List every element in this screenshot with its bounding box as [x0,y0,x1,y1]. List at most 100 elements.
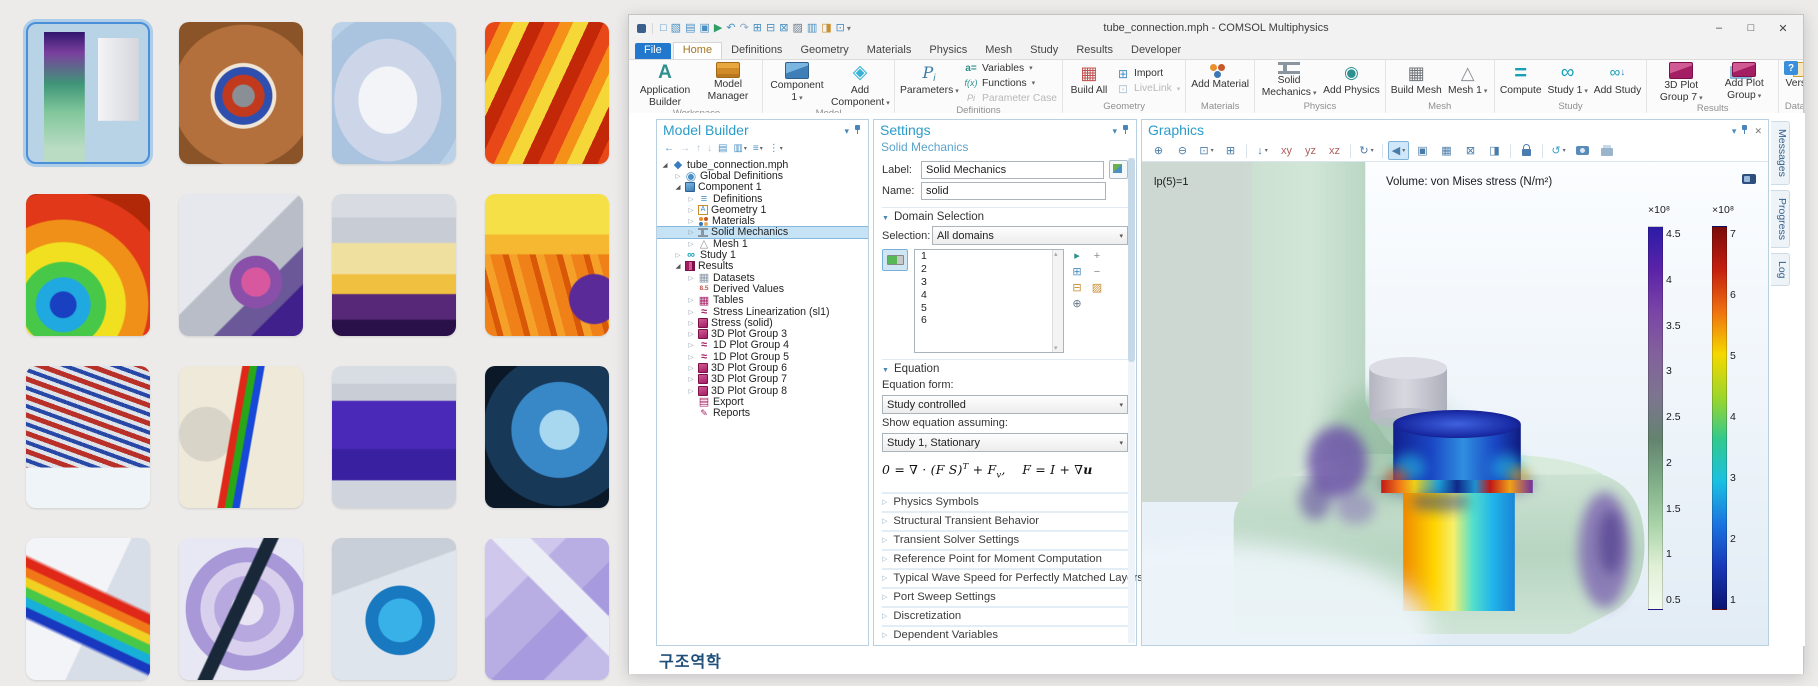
list-scrollbar[interactable] [1052,250,1063,352]
gallery-thumbnail-loudspeaker-radiation[interactable] [26,194,150,336]
side-tab-messages[interactable]: Messages [1771,121,1790,185]
group-nodes-icon[interactable]: ≡▾ [753,144,763,154]
gallery-thumbnail-battery-cell-cutaway[interactable] [332,194,456,336]
zoom-extents-icon[interactable]: ⊞ [1220,141,1241,160]
gallery-thumbnail-microchannel-heat-exchanger[interactable] [26,366,150,508]
zoom-in-icon[interactable]: ⊕ [1148,141,1169,160]
rotate-view-icon[interactable]: ↻▾ [1356,141,1377,160]
ribbon-tab-geometry[interactable]: Geometry [791,43,857,59]
gallery-thumbnail-pipe-fitting[interactable] [485,366,609,508]
tree-twisty-icon[interactable]: ▷ [687,228,695,236]
pin-icon[interactable] [854,125,862,135]
qat-material-browser-icon[interactable]: ◨ [821,23,831,34]
close-icon[interactable] [1754,121,1762,139]
ribbon-button-application-builder[interactable]: Application Builder [634,61,696,108]
plot-in-window-icon[interactable]: ⊠ [1460,141,1481,160]
ribbon-tab-study[interactable]: Study [1021,43,1067,59]
scrollbar-thumb[interactable] [1128,158,1135,362]
activate-selection-icon[interactable]: ▸ [1070,251,1084,262]
ribbon-button-add-component[interactable]: Add Component▾ [829,61,891,108]
ribbon-button-mesh-1[interactable]: Mesh 1▾ [1445,61,1491,101]
move-up-icon[interactable]: ↑ [696,144,701,154]
scene-options-icon[interactable]: ◀▾ [1388,141,1409,160]
ribbon-button-variables[interactable]: Variables▾ [963,61,1057,75]
gallery-thumbnail-heated-cube-array[interactable] [485,22,609,164]
panel-menu-icon[interactable] [844,121,849,139]
qat-zoom-tools-icon[interactable]: ⊡ [836,23,845,34]
copy-selection-icon[interactable]: ⊞ [1070,267,1084,278]
name-input[interactable] [921,182,1106,200]
domain-list-item[interactable]: 1 [915,250,1063,263]
tree-twisty-icon[interactable]: ▷ [687,330,695,338]
domain-list-item[interactable]: 5 [915,301,1063,314]
ribbon-tab-mesh[interactable]: Mesh [976,43,1021,59]
tree-twisty-icon[interactable]: ▷ [687,240,695,248]
tree-node-3d-plot-group-7[interactable]: ▷3D Plot Group 7 [657,374,868,385]
tree-twisty-icon[interactable]: ▷ [687,375,695,383]
tree-node-solid-mechanics[interactable]: ▷Solid Mechanics [657,227,868,238]
maximize-button[interactable]: □ [1735,17,1767,39]
label-input[interactable] [921,161,1104,179]
side-tab-log[interactable]: Log [1771,253,1790,287]
tree-node-mesh-1[interactable]: ▷Mesh 1 [657,238,868,249]
pin-icon[interactable] [1741,125,1749,135]
tree-twisty-icon[interactable]: ▷ [687,274,695,282]
qat-undo-icon[interactable]: ↶ [726,23,735,34]
domain-list-item[interactable]: 4 [915,288,1063,301]
ribbon-button-component-1[interactable]: Component 1▾ [766,61,828,108]
minimize-button[interactable]: – [1703,17,1735,39]
view-yz-icon[interactable]: yz [1300,141,1321,160]
tree-twisty-icon[interactable]: ▷ [687,387,695,395]
ribbon-button-solid-mechanics[interactable]: Solid Mechanics▾ [1258,61,1320,101]
tree-node-stress-solid[interactable]: ▷Stress (solid) [657,317,868,328]
ribbon-tab-definitions[interactable]: Definitions [722,43,791,59]
back-icon[interactable]: ← [664,144,674,154]
ribbon-button-add-plot-group[interactable]: Add Plot Group▾ [1713,61,1775,103]
ribbon-tab-home[interactable]: Home [673,42,722,59]
tree-node-stress-linearization-sl1[interactable]: ▷Stress Linearization (sl1) [657,306,868,317]
gallery-thumbnail-mounting-bracket[interactable] [485,538,609,680]
tree-node-3d-plot-group-3[interactable]: ▷3D Plot Group 3 [657,328,868,339]
go-to-default-view-icon[interactable]: ↓▾ [1252,141,1273,160]
copy-image-icon[interactable]: ▣ [1412,141,1433,160]
tree-node-results[interactable]: ◢Results [657,261,868,272]
ribbon-tab-developer[interactable]: Developer [1122,43,1190,59]
zoom-to-selection-icon[interactable]: ⊕ [1070,299,1084,310]
view-xz-icon[interactable]: xz [1324,141,1345,160]
qat-delete-node-icon[interactable]: ▨ [792,23,802,34]
ribbon-button-add-material[interactable]: Add Material [1189,61,1251,101]
update-plot-icon[interactable]: ↺▾ [1548,141,1569,160]
tree-twisty-icon[interactable]: ▷ [687,364,695,372]
qat-open-file-icon[interactable]: ▧ [671,23,681,34]
settings-scrollbar[interactable] [1128,158,1135,643]
panel-menu-icon[interactable] [1732,121,1737,139]
equation-form-combo[interactable]: Study controlled [882,395,1128,414]
qat-copy-node-icon[interactable]: ⊞ [753,23,762,34]
tree-node-1d-plot-group-4[interactable]: ▷1D Plot Group 4 [657,340,868,351]
tree-node-materials[interactable]: ▷Materials [657,215,868,226]
collapse-all-icon[interactable]: ▤ [718,144,727,154]
gallery-thumbnail-car-aerodynamics[interactable] [332,22,456,164]
ribbon-button-build-all[interactable]: Build All [1066,61,1112,101]
tree-node-datasets[interactable]: ▷Datasets [657,272,868,283]
forward-icon[interactable]: → [680,144,690,154]
ribbon-button-import[interactable]: Import [1115,67,1180,81]
ribbon-button-model-manager[interactable]: Model Manager [697,61,759,108]
snapshot-icon[interactable] [1572,141,1593,160]
close-button[interactable]: ✕ [1767,17,1799,39]
gallery-thumbnail-optical-lens-system[interactable] [179,366,303,508]
section-domain-selection[interactable]: Domain Selection [882,207,1128,225]
ribbon-button-3d-plot-group-7[interactable]: 3D Plot Group 7▾ [1650,61,1712,103]
domain-list[interactable]: 123456 [914,249,1064,353]
settings-section-dependent-variables[interactable]: ▷Dependent Variables [882,625,1128,644]
selection-combo[interactable]: All domains [932,226,1128,245]
tree-twisty-icon[interactable]: ▷ [687,217,695,225]
create-selection-icon[interactable]: ▨ [1090,283,1104,294]
qat-print-preview-icon[interactable]: ▣ [699,23,709,34]
tree-node-study-1[interactable]: ▷Study 1 [657,249,868,260]
add-to-selection-icon[interactable]: + [1090,251,1104,262]
ribbon-tab-materials[interactable]: Materials [858,43,921,59]
remove-from-selection-icon[interactable]: − [1090,267,1104,278]
lock-view-icon[interactable] [1516,141,1537,160]
tree-twisty-icon[interactable]: ▷ [687,206,695,214]
